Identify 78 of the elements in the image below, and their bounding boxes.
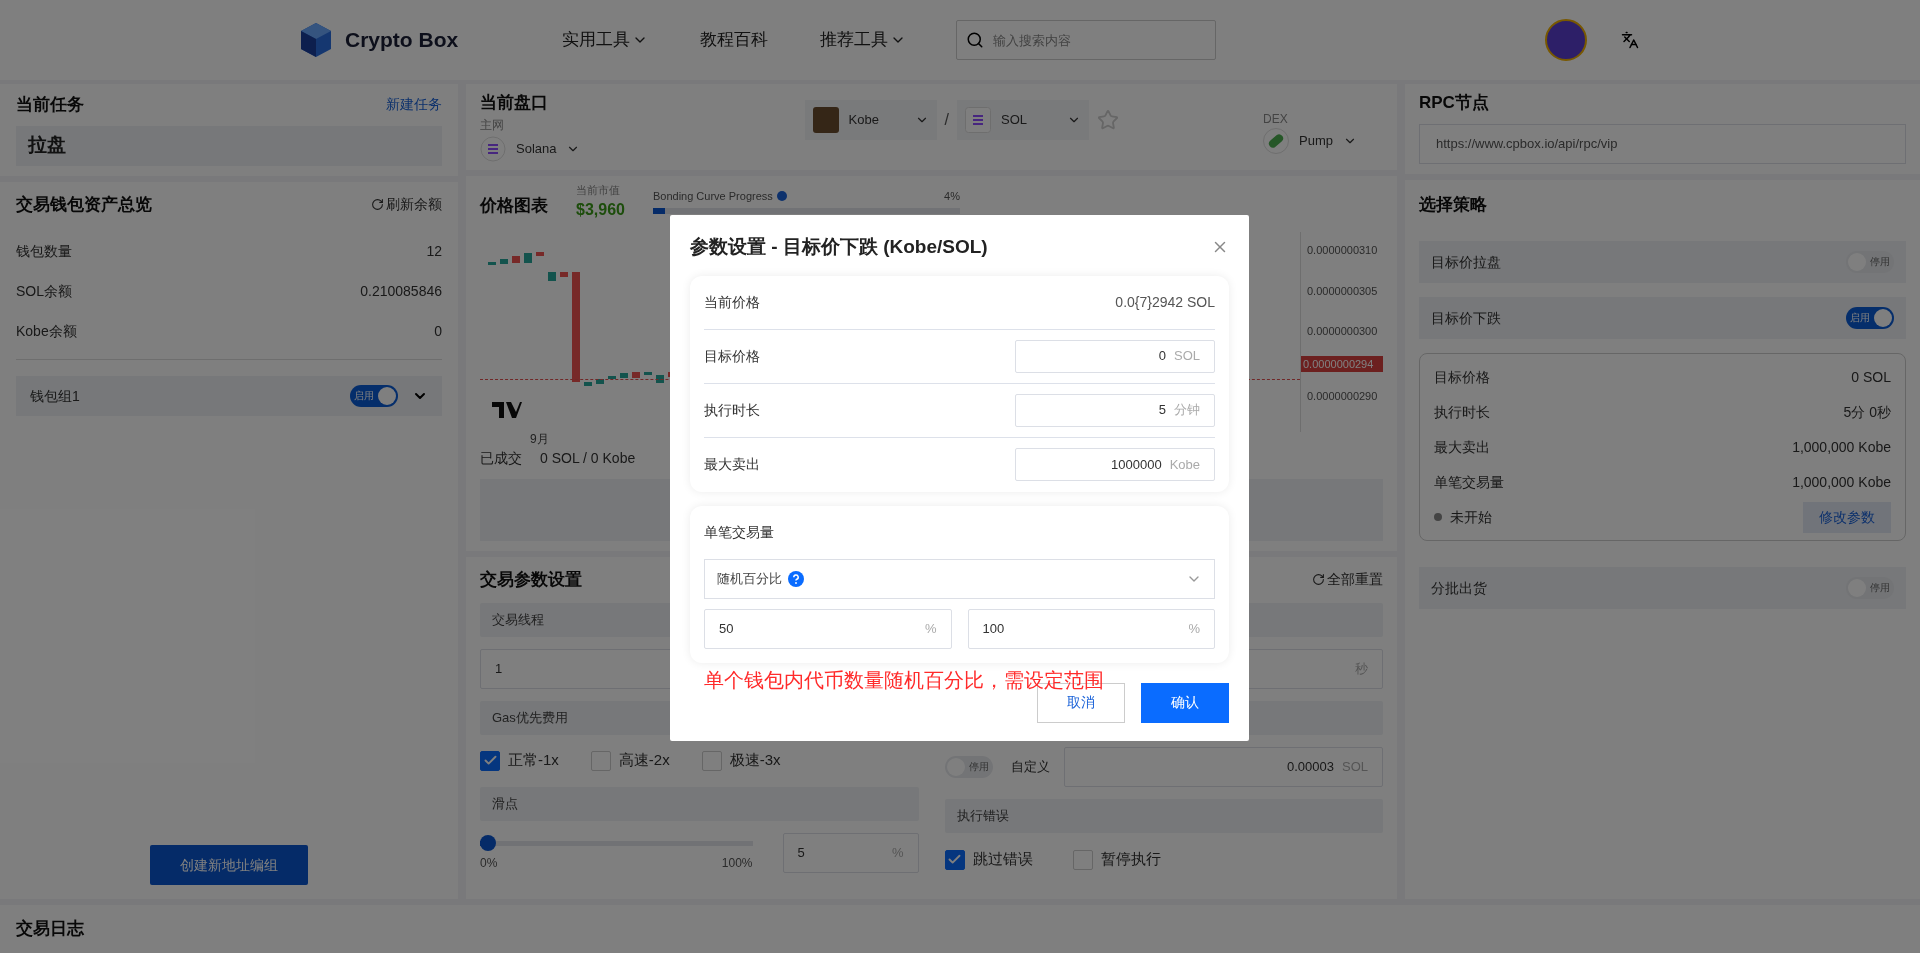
field-label: 单笔交易量 [704, 522, 775, 542]
section-header: 滑点 [480, 786, 919, 821]
unit-label: Kobe [1169, 455, 1200, 474]
input-value: 0 [1157, 347, 1166, 366]
detail-value: 5分 0秒 [1843, 403, 1891, 422]
unit-label: % [1188, 619, 1200, 638]
logo-text: Crypto Box [345, 27, 459, 54]
progress-label: Bonding Curve Progress [652, 188, 773, 204]
toggle-label: 停用 [968, 761, 989, 772]
stat-label: Kobe余额 [16, 321, 77, 341]
detail-label: 执行时长 [1434, 403, 1490, 422]
panel-title: 交易日志 [16, 918, 84, 941]
price-tick: 0.0000000305 [1307, 283, 1379, 299]
field-label: 最大卖出 [704, 455, 760, 474]
toggle-label: 停用 [1870, 583, 1890, 593]
section-header: 执行错误 [944, 798, 1383, 833]
toggle-label: 启用 [1850, 313, 1870, 323]
strategy-name: 目标价下跌 [1431, 308, 1501, 328]
input-value: 100 [982, 619, 1006, 638]
panel-title: 交易钱包资产总览 [16, 193, 152, 216]
panel-title: 交易参数设置 [480, 569, 582, 591]
input-value: 50 [719, 619, 735, 638]
price-tick: 0.0000000300 [1307, 324, 1379, 339]
field-label: 当前价格 [704, 292, 760, 312]
panel-title: 价格图表 [480, 194, 548, 217]
unit-label: % [891, 843, 904, 862]
pair-separator: / [944, 110, 949, 130]
unit-label: 分钟 [1174, 401, 1200, 420]
strategy-name: 分批出货 [1431, 578, 1487, 598]
checkbox-label: 极速-3x [729, 750, 781, 771]
checkbox-label: 正常-1x [508, 750, 559, 771]
panel-title: RPC节点 [1419, 93, 1489, 112]
checkbox-label: 高速-2x [618, 750, 670, 771]
stat-label: 钱包数量 [16, 241, 72, 261]
dialog-title: 参数设置 - 目标价下跌 (Kobe/SOL) [690, 235, 988, 259]
input-value: 0.00003 [1286, 757, 1334, 776]
stat-value: 0.210085846 [360, 281, 442, 301]
custom-label: 自定义 [1010, 757, 1050, 776]
month-label: 9月 [530, 431, 550, 448]
field-label: 执行时长 [704, 400, 760, 420]
progress-percent: 4% [944, 188, 960, 204]
detail-value: 1,000,000 Kobe [1792, 438, 1891, 457]
detail-value: 0 SOL [1851, 368, 1891, 387]
dex-label: DEX [1263, 111, 1288, 128]
detail-label: 目标价格 [1434, 368, 1490, 387]
input-value: 5 [797, 843, 806, 862]
checkbox-label: 暂停执行 [1100, 849, 1161, 870]
panel-title: 当前任务 [16, 94, 84, 116]
current-price-value: 0.0{7}2942 SOL [1115, 292, 1215, 312]
panel-title: 当前盘口 [480, 92, 549, 114]
stat-value: 12 [426, 241, 442, 261]
input-value: 5 [1157, 401, 1166, 420]
filled-value: 0 SOL / 0 Kobe [540, 449, 636, 468]
slider-max-label: 100% [721, 855, 753, 872]
panel-title: 选择策略 [1419, 193, 1488, 216]
toggle-label: 停用 [1870, 257, 1890, 267]
strategy-name: 目标价拉盘 [1431, 252, 1501, 272]
field-label: 目标价格 [704, 346, 760, 366]
toggle-label: 启用 [354, 391, 374, 401]
unit-label: SOL [1174, 347, 1200, 366]
price-tick: 0.0000000310 [1307, 243, 1379, 258]
wallet-group-name: 钱包组1 [30, 386, 81, 406]
detail-label: 单笔交易量 [1434, 473, 1504, 492]
stat-label: SOL余额 [16, 281, 72, 301]
market-cap-value: $3,960 [576, 200, 625, 220]
checkbox-label: 跳过错误 [972, 849, 1033, 870]
detail-value: 1,000,000 Kobe [1792, 473, 1891, 492]
slider-min-label: 0% [480, 855, 498, 872]
filled-label: 已成交 [480, 449, 522, 468]
unit-label: % [924, 619, 937, 638]
status-text: 未开始 [1450, 507, 1492, 527]
input-value: 1 [495, 659, 504, 678]
price-tick: 0.0000000290 [1307, 389, 1379, 404]
stat-value: 0 [434, 321, 442, 341]
task-name: 拉盘 [16, 125, 442, 166]
detail-label: 最大卖出 [1434, 438, 1490, 457]
current-price-tag: 0.0000000294 [1301, 355, 1383, 372]
input-value: 1000000 [1110, 455, 1162, 474]
